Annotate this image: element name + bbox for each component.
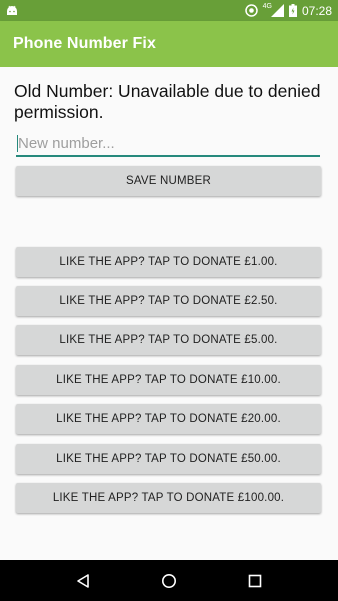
donate-button-50[interactable]: LIKE THE APP? TAP TO DONATE £50.00. bbox=[16, 444, 321, 474]
status-bar: 4G 07:28 bbox=[0, 0, 338, 21]
network-type-label: 4G bbox=[262, 3, 272, 10]
old-number-text: Old Number: Unavailable due to denied pe… bbox=[14, 81, 321, 122]
donate-button-10[interactable]: LIKE THE APP? TAP TO DONATE £10.00. bbox=[16, 365, 321, 395]
donate-button-2-50[interactable]: LIKE THE APP? TAP TO DONATE £2.50. bbox=[16, 286, 321, 316]
android-icon bbox=[6, 5, 18, 16]
navigation-bar bbox=[0, 560, 338, 601]
home-icon[interactable] bbox=[161, 573, 177, 589]
status-time: 07:28 bbox=[301, 3, 332, 18]
text-cursor bbox=[17, 135, 18, 152]
back-icon[interactable] bbox=[75, 573, 91, 589]
app-bar: Phone Number Fix bbox=[0, 21, 338, 67]
battery-icon bbox=[288, 4, 297, 17]
donate-button-100[interactable]: LIKE THE APP? TAP TO DONATE £100.00. bbox=[16, 483, 321, 513]
recents-icon[interactable] bbox=[247, 573, 263, 589]
signal-icon bbox=[270, 4, 284, 17]
new-number-input[interactable] bbox=[16, 131, 320, 157]
app-title: Phone Number Fix bbox=[13, 35, 156, 52]
donate-button-1[interactable]: LIKE THE APP? TAP TO DONATE £1.00. bbox=[16, 247, 321, 277]
main-content: Old Number: Unavailable due to denied pe… bbox=[0, 67, 338, 560]
save-number-button[interactable]: SAVE NUMBER bbox=[16, 166, 321, 196]
donate-button-5[interactable]: LIKE THE APP? TAP TO DONATE £5.00. bbox=[16, 325, 321, 355]
donate-button-20[interactable]: LIKE THE APP? TAP TO DONATE £20.00. bbox=[16, 404, 321, 434]
sync-icon bbox=[244, 4, 258, 17]
